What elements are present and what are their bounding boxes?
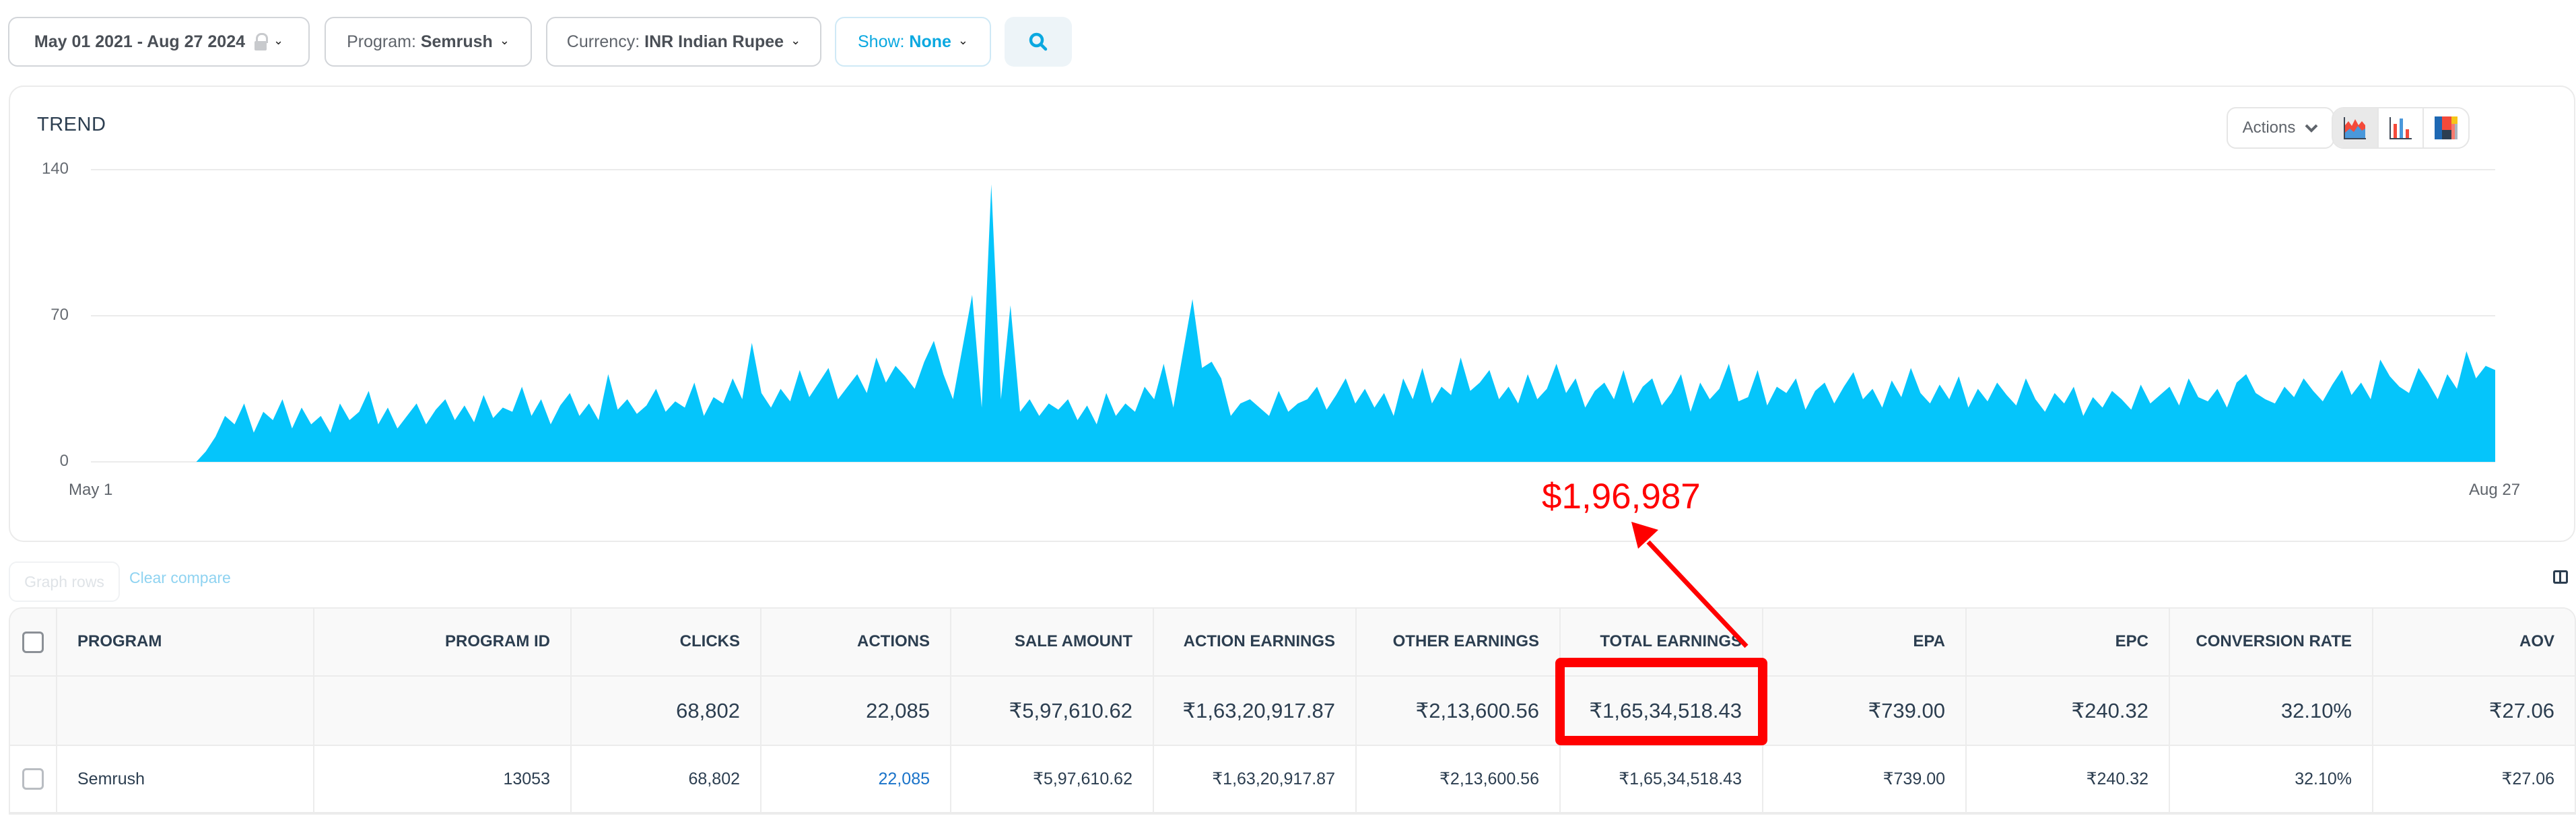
cell-program-id: 13053 — [314, 746, 572, 812]
cell-other-earnings: ₹2,13,600.56 — [1357, 746, 1561, 812]
total-clicks: 68,802 — [572, 677, 761, 745]
cell-sale-amount: ₹5,97,610.62 — [951, 746, 1154, 812]
row-checkbox[interactable] — [22, 768, 44, 790]
trend-area-series — [91, 184, 2495, 462]
graph-rows-button[interactable]: Graph rows — [9, 562, 120, 602]
select-all-checkbox[interactable] — [22, 631, 44, 653]
total-epc: ₹240.32 — [1967, 677, 2170, 745]
total-action-earnings: ₹1,63,20,917.87 — [1154, 677, 1357, 745]
cell-total-earnings: ₹1,65,34,518.43 — [1561, 746, 1763, 812]
total-program-id — [314, 677, 572, 745]
select-all-cell — [10, 609, 57, 675]
cell-action-earnings: ₹1,63,20,917.87 — [1154, 746, 1357, 812]
total-epa: ₹739.00 — [1763, 677, 1967, 745]
column-header-action-earnings[interactable]: ACTION EARNINGS — [1154, 609, 1357, 675]
column-header-other-earnings[interactable]: OTHER EARNINGS — [1357, 609, 1561, 675]
trend-chart — [91, 169, 2495, 463]
table-row: Semrush 13053 68,802 22,085 ₹5,97,610.62… — [10, 746, 2575, 813]
table-header-row: PROGRAM PROGRAM ID CLICKS ACTIONS SALE A… — [10, 609, 2575, 677]
cell-actions-link[interactable]: 22,085 — [879, 770, 930, 789]
total-sale-amount: ₹5,97,610.62 — [951, 677, 1154, 745]
column-header-clicks[interactable]: CLICKS — [572, 609, 761, 675]
row-select-cell — [10, 746, 57, 812]
clear-compare-link[interactable]: Clear compare — [129, 569, 231, 587]
column-header-epc[interactable]: EPC — [1967, 609, 2170, 675]
column-header-actions[interactable]: ACTIONS — [761, 609, 951, 675]
column-header-program[interactable]: PROGRAM — [57, 609, 314, 675]
column-header-conversion-rate[interactable]: CONVERSION RATE — [2170, 609, 2373, 675]
cell-conversion-rate: 32.10% — [2170, 746, 2373, 812]
empty-cell — [10, 677, 57, 745]
programs-table: PROGRAM PROGRAM ID CLICKS ACTIONS SALE A… — [9, 607, 2576, 815]
total-other-earnings: ₹2,13,600.56 — [1357, 677, 1561, 745]
table-total-row: 68,802 22,085 ₹5,97,610.62 ₹1,63,20,917.… — [10, 677, 2575, 746]
column-header-aov[interactable]: AOV — [2373, 609, 2575, 675]
columns-icon[interactable] — [2553, 570, 2568, 584]
total-total-earnings: ₹1,65,34,518.43 — [1561, 677, 1763, 745]
total-actions: 22,085 — [761, 677, 951, 745]
total-aov: ₹27.06 — [2488, 698, 2554, 722]
total-program — [57, 677, 314, 745]
cell-epc: ₹240.32 — [1967, 746, 2170, 812]
column-header-epa[interactable]: EPA — [1763, 609, 1967, 675]
cell-epa: ₹739.00 — [1763, 746, 1967, 812]
column-header-sale-amount[interactable]: SALE AMOUNT — [951, 609, 1154, 675]
column-header-total-earnings[interactable]: TOTAL EARNINGS — [1561, 609, 1763, 675]
cell-actions-wrap: 22,085 — [761, 746, 951, 812]
annotation-total-usd: $1,96,987 — [1542, 477, 1701, 516]
total-conversion-rate: 32.10% — [2170, 677, 2373, 745]
cell-clicks: 68,802 — [572, 746, 761, 812]
cell-aov: ₹27.06 — [2501, 770, 2554, 788]
cell-program: Semrush — [57, 746, 314, 812]
column-header-program-id[interactable]: PROGRAM ID — [314, 609, 572, 675]
